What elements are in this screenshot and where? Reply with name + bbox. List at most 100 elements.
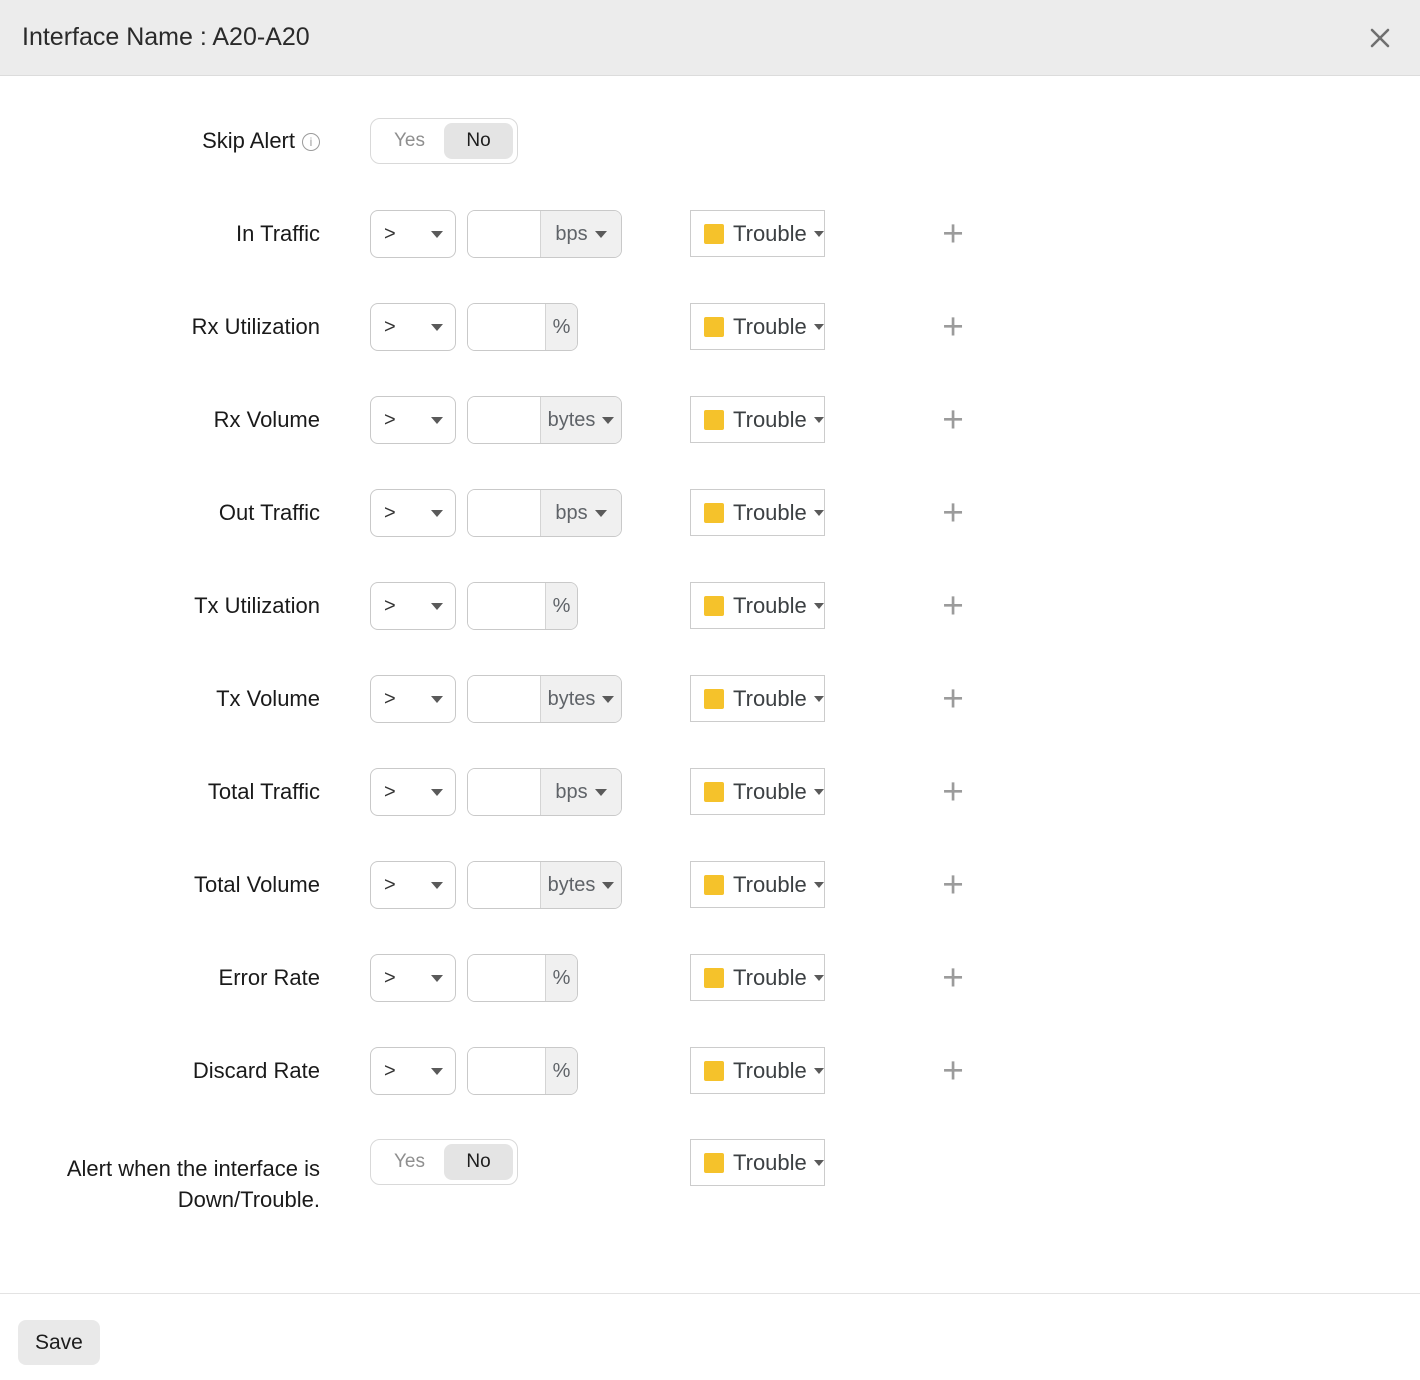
threshold-row-total-volume: Total Volume > bytes Trouble + [0,861,1420,954]
interface-down-label: Alert when the interface is Down/Trouble… [0,1153,320,1215]
condition-value: > [384,1060,431,1083]
skip-alert-toggle-yes[interactable]: Yes [375,123,444,159]
condition-value: > [384,223,431,246]
row-label: Out Traffic [0,498,320,528]
threshold-value-input[interactable] [468,676,540,722]
add-threshold-button[interactable]: + [930,861,976,909]
add-threshold-button[interactable]: + [930,768,976,816]
unit-dropdown[interactable]: bytes [540,676,621,722]
chevron-down-icon [814,1160,824,1166]
severity-dropdown[interactable]: Trouble [690,1139,825,1186]
interface-down-toggle-yes[interactable]: Yes [375,1144,444,1180]
threshold-value-group: bytes [467,396,622,444]
unit-dropdown[interactable]: bps [540,211,621,257]
chevron-down-icon [814,975,824,981]
severity-dropdown[interactable]: Trouble [690,861,825,908]
condition-dropdown[interactable]: > [370,861,456,909]
threshold-value-input[interactable] [468,583,545,629]
chevron-down-icon [814,231,824,237]
skip-alert-toggle[interactable]: Yes No [370,118,518,164]
chevron-down-icon [431,603,443,610]
severity-value: Trouble [733,500,807,526]
unit-value: bytes [548,688,596,711]
condition-dropdown[interactable]: > [370,954,456,1002]
row-label: Tx Utilization [0,591,320,621]
skip-alert-toggle-no[interactable]: No [444,123,513,159]
condition-dropdown[interactable]: > [370,303,456,351]
condition-dropdown[interactable]: > [370,675,456,723]
unit-dropdown[interactable]: bytes [540,862,621,908]
severity-value: Trouble [733,593,807,619]
condition-dropdown[interactable]: > [370,396,456,444]
add-threshold-button[interactable]: + [930,675,976,723]
add-threshold-button[interactable]: + [930,582,976,630]
threshold-value-group: % [467,1047,578,1095]
chevron-down-icon [595,789,607,796]
unit-label: % [545,955,577,1001]
add-threshold-button[interactable]: + [930,489,976,537]
close-button[interactable] [1354,12,1406,64]
unit-value: % [553,316,571,339]
chevron-down-icon [431,789,443,796]
info-icon: i [302,133,320,151]
condition-dropdown[interactable]: > [370,582,456,630]
chevron-down-icon [814,510,824,516]
severity-dropdown[interactable]: Trouble [690,768,825,815]
threshold-value-input[interactable] [468,490,540,536]
unit-dropdown[interactable]: bytes [540,397,621,443]
severity-dropdown[interactable]: Trouble [690,489,825,536]
threshold-row-rx-utilization: Rx Utilization > % Trouble + [0,303,1420,396]
condition-dropdown[interactable]: > [370,1047,456,1095]
chevron-down-icon [431,324,443,331]
trouble-color-swatch [704,317,724,337]
threshold-value-input[interactable] [468,1048,545,1094]
interface-down-toggle[interactable]: Yes No [370,1139,518,1185]
threshold-value-input[interactable] [468,862,540,908]
unit-label: % [545,1048,577,1094]
severity-dropdown[interactable]: Trouble [690,675,825,722]
unit-dropdown[interactable]: bps [540,769,621,815]
severity-dropdown[interactable]: Trouble [690,210,825,257]
severity-dropdown[interactable]: Trouble [690,396,825,443]
condition-dropdown[interactable]: > [370,210,456,258]
add-threshold-button[interactable]: + [930,954,976,1002]
trouble-color-swatch [704,596,724,616]
chevron-down-icon [814,882,824,888]
condition-dropdown[interactable]: > [370,489,456,537]
condition-dropdown[interactable]: > [370,768,456,816]
severity-dropdown[interactable]: Trouble [690,1047,825,1094]
interface-down-toggle-no[interactable]: No [444,1144,513,1180]
trouble-color-swatch [704,224,724,244]
unit-dropdown[interactable]: bps [540,490,621,536]
row-label: Total Traffic [0,777,320,807]
condition-value: > [384,409,431,432]
threshold-value-input[interactable] [468,955,545,1001]
save-button[interactable]: Save [18,1320,100,1365]
unit-value: % [553,595,571,618]
chevron-down-icon [431,417,443,424]
threshold-row-tx-volume: Tx Volume > bytes Trouble + [0,675,1420,768]
unit-value: bytes [548,409,596,432]
condition-value: > [384,688,431,711]
add-threshold-button[interactable]: + [930,396,976,444]
row-label: Tx Volume [0,684,320,714]
threshold-value-input[interactable] [468,397,540,443]
trouble-color-swatch [704,410,724,430]
severity-dropdown[interactable]: Trouble [690,582,825,629]
dialog-footer: Save [0,1293,1420,1380]
threshold-value-input[interactable] [468,211,540,257]
condition-value: > [384,502,431,525]
chevron-down-icon [814,603,824,609]
severity-dropdown[interactable]: Trouble [690,954,825,1001]
threshold-value-input[interactable] [468,769,540,815]
chevron-down-icon [431,975,443,982]
add-threshold-button[interactable]: + [930,210,976,258]
add-threshold-button[interactable]: + [930,303,976,351]
unit-label: % [545,583,577,629]
threshold-row-error-rate: Error Rate > % Trouble + [0,954,1420,1047]
add-threshold-button[interactable]: + [930,1047,976,1095]
chevron-down-icon [814,789,824,795]
trouble-color-swatch [704,782,724,802]
threshold-value-input[interactable] [468,304,545,350]
severity-dropdown[interactable]: Trouble [690,303,825,350]
